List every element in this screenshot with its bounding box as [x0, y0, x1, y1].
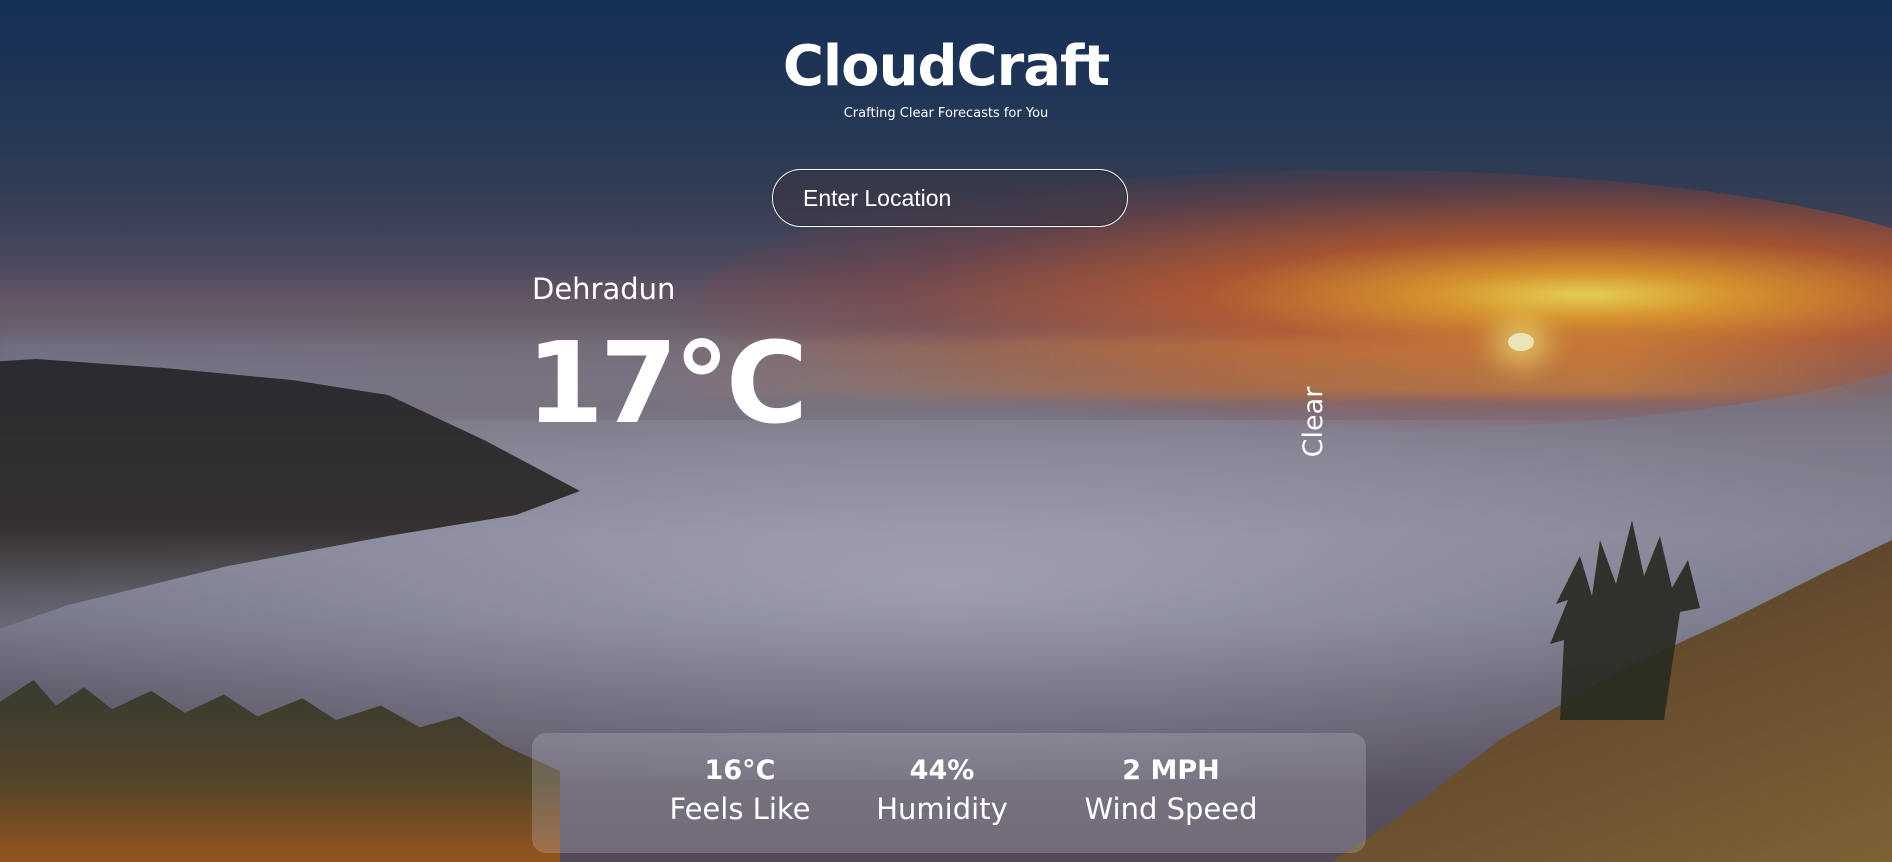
weather-condition: Clear: [1298, 386, 1329, 458]
humidity-value: 44%: [909, 755, 975, 786]
weather-stats-panel: 16°C Feels Like 44% Humidity 2 MPH Wind …: [532, 733, 1366, 853]
feels-like-value: 16°C: [704, 755, 776, 786]
stat-feels-like: 16°C Feels Like: [630, 753, 850, 829]
stat-humidity: 44% Humidity: [832, 753, 1052, 829]
search-box: [772, 169, 1128, 227]
humidity-label: Humidity: [876, 792, 1008, 826]
feels-like-label: Feels Like: [669, 792, 811, 826]
app-subtitle: Crafting Clear Forecasts for You: [843, 106, 1049, 121]
location-name: Dehradun: [532, 272, 676, 306]
current-temperature: 17°C: [526, 319, 808, 449]
stat-wind-speed: 2 MPH Wind Speed: [1061, 753, 1281, 829]
app-header: CloudCraft Crafting Clear Forecasts for …: [0, 34, 1892, 123]
location-search-input[interactable]: [772, 169, 1128, 227]
app-title: CloudCraft: [782, 34, 1110, 99]
wind-speed-value: 2 MPH: [1122, 755, 1220, 786]
wind-speed-label: Wind Speed: [1084, 792, 1258, 826]
